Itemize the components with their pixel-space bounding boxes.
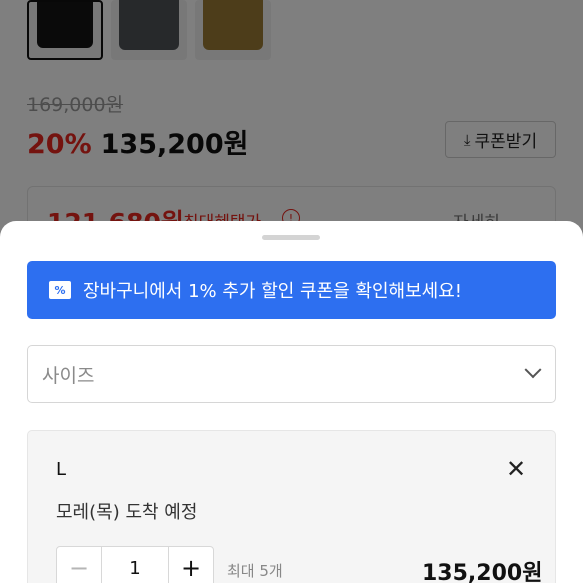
coupon-icon-text: % [54,283,66,297]
size-dropdown[interactable]: 사이즈 [27,345,556,403]
close-icon[interactable]: ✕ [506,457,526,481]
option-size: L [56,459,67,480]
size-placeholder: 사이즈 [42,364,95,387]
max-quantity-note: 최대 5개 [227,562,283,580]
decrease-quantity-button[interactable]: − [57,547,101,583]
option-bottom-sheet: % 장바구니에서 1% 추가 할인 쿠폰을 확인해보세요! 사이즈 L ✕ 모레… [0,221,583,583]
option-price: 135,200원 [422,561,543,583]
selected-option-card: L ✕ 모레(목) 도착 예정 − 1 + 최대 5개 135,200원 [27,430,556,583]
banner-text: 장바구니에서 1% 추가 할인 쿠폰을 확인해보세요! [83,281,463,302]
quantity-stepper: − 1 + [56,546,214,583]
increase-quantity-button[interactable]: + [169,547,213,583]
delivery-estimate: 모레(목) 도착 예정 [56,502,198,523]
cart-coupon-banner[interactable]: % 장바구니에서 1% 추가 할인 쿠폰을 확인해보세요! [27,261,556,319]
sheet-drag-handle[interactable] [262,235,320,240]
quantity-value[interactable]: 1 [101,547,169,583]
chevron-down-icon [524,361,542,379]
coupon-icon: % [49,281,71,299]
